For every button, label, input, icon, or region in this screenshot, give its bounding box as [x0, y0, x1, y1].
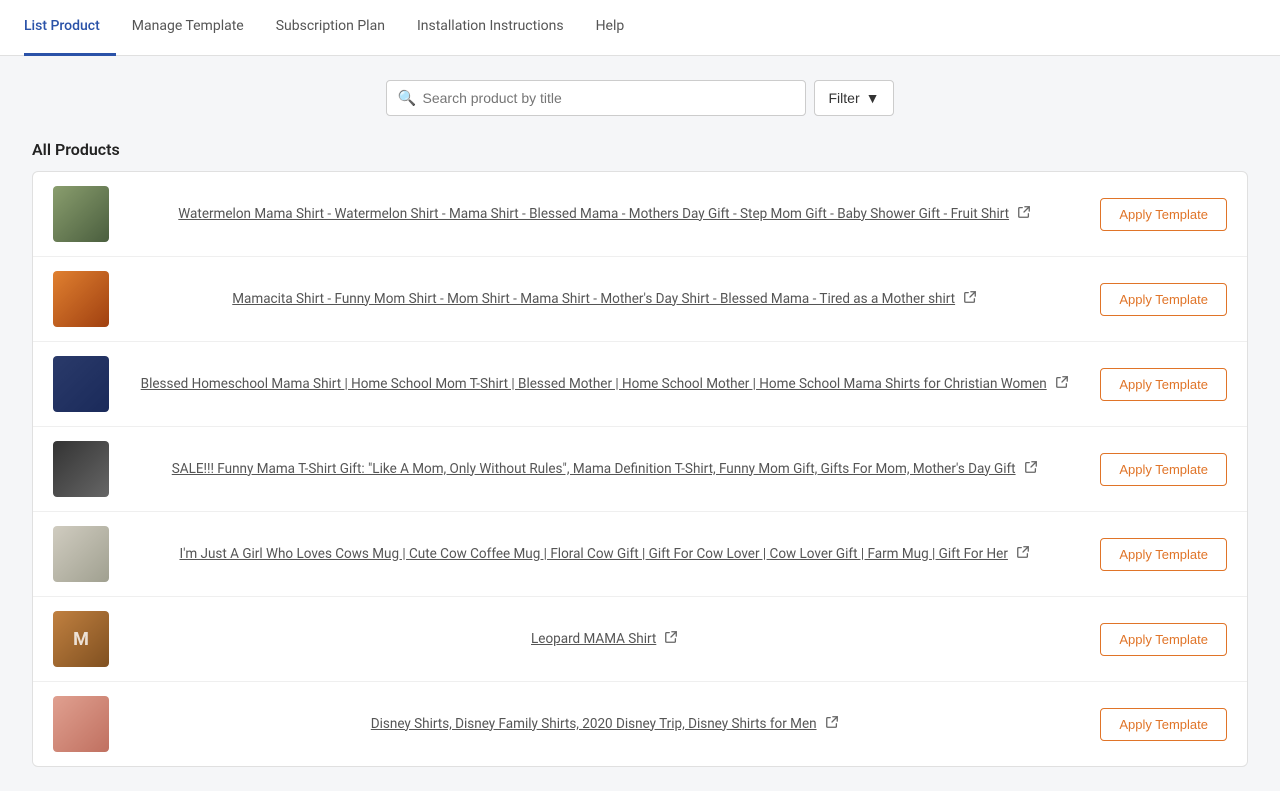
product-row: Blessed Homeschool Mama Shirt | Home Sch… [33, 342, 1247, 427]
product-title-wrap: Disney Shirts, Disney Family Shirts, 202… [125, 715, 1084, 734]
apply-template-button[interactable]: Apply Template [1100, 283, 1227, 316]
product-row: I'm Just A Girl Who Loves Cows Mug | Cut… [33, 512, 1247, 597]
apply-template-button[interactable]: Apply Template [1100, 368, 1227, 401]
section-title: All Products [32, 140, 1248, 159]
product-title-wrap: Blessed Homeschool Mama Shirt | Home Sch… [125, 375, 1084, 394]
product-title[interactable]: Watermelon Mama Shirt - Watermelon Shirt… [178, 205, 1009, 224]
external-link-icon[interactable] [963, 290, 977, 308]
external-link-icon[interactable] [1017, 205, 1031, 223]
nav-item-help[interactable]: Help [580, 0, 641, 56]
product-row: Disney Shirts, Disney Family Shirts, 202… [33, 682, 1247, 766]
product-title-wrap: Leopard MAMA Shirt [125, 630, 1084, 649]
product-row: M Leopard MAMA Shirt Apply Template [33, 597, 1247, 682]
product-thumbnail [53, 356, 109, 412]
apply-template-button[interactable]: Apply Template [1100, 623, 1227, 656]
product-title[interactable]: I'm Just A Girl Who Loves Cows Mug | Cut… [179, 545, 1007, 564]
external-link-icon[interactable] [825, 715, 839, 733]
product-thumbnail [53, 441, 109, 497]
apply-template-button[interactable]: Apply Template [1100, 198, 1227, 231]
product-thumbnail [53, 186, 109, 242]
product-title[interactable]: Mamacita Shirt - Funny Mom Shirt - Mom S… [232, 290, 955, 309]
search-input-wrap: 🔍 [386, 80, 806, 116]
filter-button[interactable]: Filter ▼ [814, 80, 895, 116]
top-navigation: List ProductManage TemplateSubscription … [0, 0, 1280, 56]
product-title-wrap: I'm Just A Girl Who Loves Cows Mug | Cut… [125, 545, 1084, 564]
product-row: Watermelon Mama Shirt - Watermelon Shirt… [33, 172, 1247, 257]
nav-item-installation-instructions[interactable]: Installation Instructions [401, 0, 580, 56]
external-link-icon[interactable] [664, 630, 678, 648]
apply-template-button[interactable]: Apply Template [1100, 708, 1227, 741]
apply-template-button[interactable]: Apply Template [1100, 453, 1227, 486]
product-thumbnail [53, 696, 109, 752]
product-title[interactable]: SALE!!! Funny Mama T-Shirt Gift: "Like A… [172, 460, 1016, 479]
nav-item-list-product[interactable]: List Product [24, 0, 116, 56]
chevron-down-icon: ▼ [866, 90, 880, 106]
product-title-wrap: Watermelon Mama Shirt - Watermelon Shirt… [125, 205, 1084, 224]
nav-item-manage-template[interactable]: Manage Template [116, 0, 260, 56]
product-title-wrap: Mamacita Shirt - Funny Mom Shirt - Mom S… [125, 290, 1084, 309]
product-row: Mamacita Shirt - Funny Mom Shirt - Mom S… [33, 257, 1247, 342]
external-link-icon[interactable] [1055, 375, 1069, 393]
product-thumbnail [53, 526, 109, 582]
main-content: 🔍 Filter ▼ All Products Watermelon Mama … [0, 56, 1280, 791]
product-title-wrap: SALE!!! Funny Mama T-Shirt Gift: "Like A… [125, 460, 1084, 479]
search-input[interactable] [386, 80, 806, 116]
search-bar-container: 🔍 Filter ▼ [32, 80, 1248, 116]
product-title[interactable]: Blessed Homeschool Mama Shirt | Home Sch… [141, 375, 1047, 394]
product-thumbnail [53, 271, 109, 327]
apply-template-button[interactable]: Apply Template [1100, 538, 1227, 571]
external-link-icon[interactable] [1024, 460, 1038, 478]
filter-label: Filter [829, 90, 860, 106]
product-title[interactable]: Disney Shirts, Disney Family Shirts, 202… [371, 715, 817, 734]
external-link-icon[interactable] [1016, 545, 1030, 563]
product-thumbnail: M [53, 611, 109, 667]
product-list: Watermelon Mama Shirt - Watermelon Shirt… [32, 171, 1248, 767]
search-icon: 🔍 [398, 89, 417, 107]
product-row: SALE!!! Funny Mama T-Shirt Gift: "Like A… [33, 427, 1247, 512]
nav-item-subscription-plan[interactable]: Subscription Plan [260, 0, 401, 56]
product-title[interactable]: Leopard MAMA Shirt [531, 630, 656, 649]
